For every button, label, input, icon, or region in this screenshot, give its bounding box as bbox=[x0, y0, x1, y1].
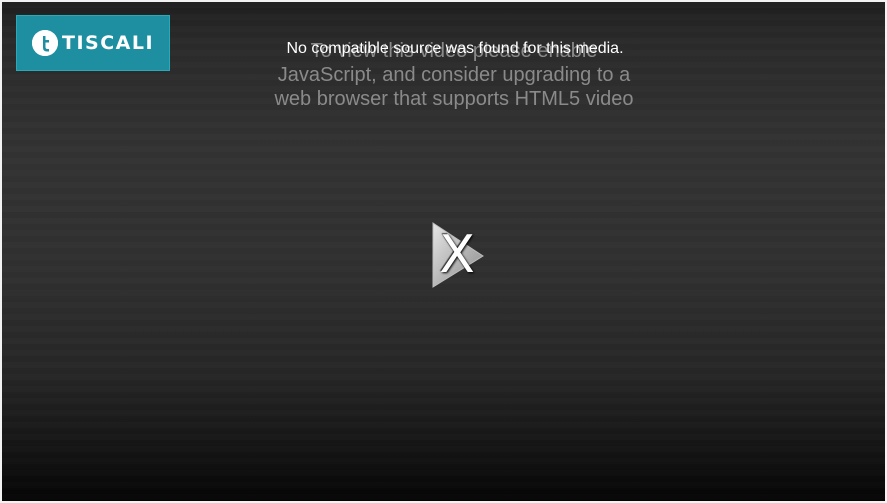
video-player[interactable]: TISCALI To view this video please enable… bbox=[0, 0, 887, 503]
play-button[interactable]: X bbox=[428, 220, 486, 290]
error-x-icon: X bbox=[439, 225, 475, 285]
media-error-message: No compatible source was found for this … bbox=[286, 40, 624, 57]
